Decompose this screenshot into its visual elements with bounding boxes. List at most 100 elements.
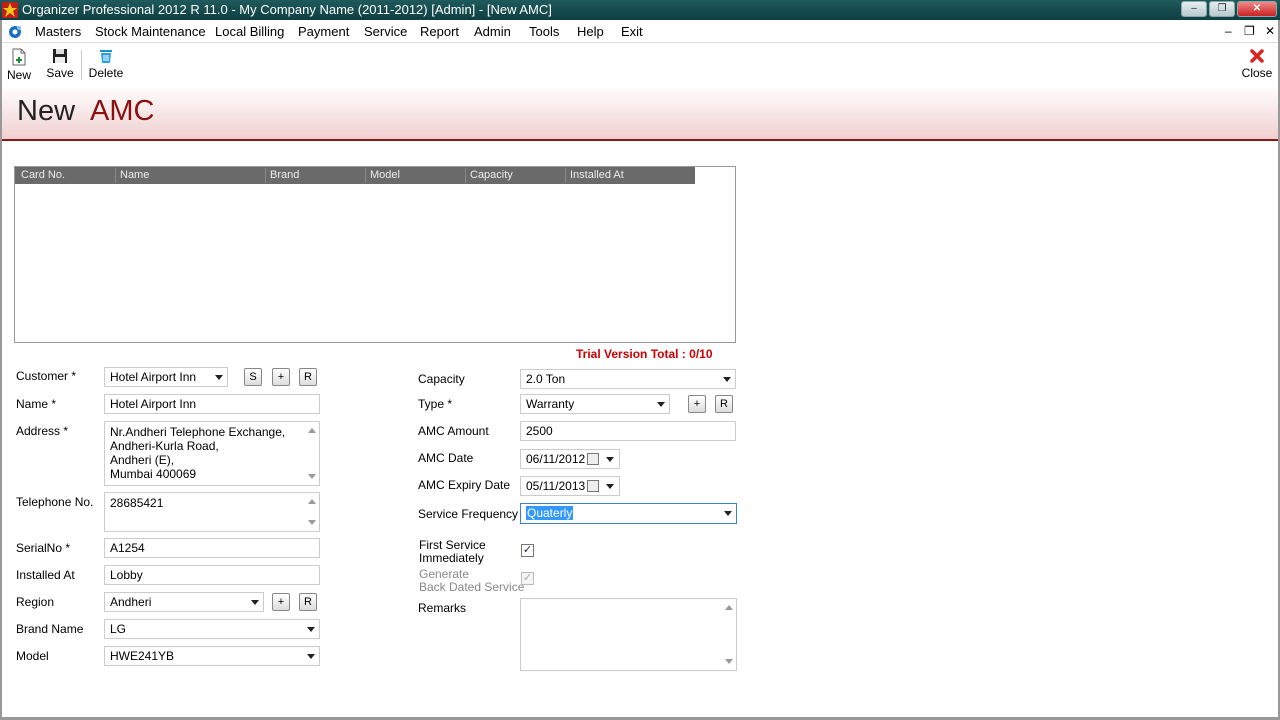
close-button[interactable]: Close — [1240, 48, 1274, 80]
menu-payment[interactable]: Payment — [298, 24, 349, 39]
save-button-label: Save — [46, 66, 74, 80]
mdi-minimize-button[interactable]: – — [1225, 24, 1232, 38]
first-service-label-line-1: First Service — [419, 538, 486, 552]
column-header-capacity[interactable]: Capacity — [470, 169, 513, 181]
address-scrollbar[interactable] — [304, 422, 319, 485]
menu-help[interactable]: Help — [577, 24, 604, 39]
menu-logo-icon — [9, 26, 21, 38]
scroll-down-icon — [308, 520, 316, 525]
installed-at-label: Installed At — [16, 568, 75, 582]
amc-date-label: AMC Date — [418, 451, 474, 465]
column-header-model[interactable]: Model — [370, 169, 400, 181]
serial-field[interactable]: A1254 — [104, 538, 320, 558]
toolbar-divider — [81, 50, 82, 80]
maximize-button[interactable]: ❐ — [1209, 1, 1235, 17]
menu-masters[interactable]: Masters — [35, 24, 81, 39]
type-label: Type * — [418, 397, 453, 411]
backdated-label-line-2: Back Dated Service — [419, 580, 525, 594]
page-title-word-1: New — [17, 95, 76, 127]
scroll-down-icon — [725, 659, 733, 664]
address-textarea[interactable]: Nr.Andheri Telephone Exchange, Andheri-K… — [104, 421, 320, 486]
type-select[interactable]: Warranty — [520, 394, 670, 414]
region-add-button[interactable]: + — [272, 593, 290, 611]
remarks-textarea[interactable] — [520, 598, 737, 671]
region-select[interactable]: Andheri — [104, 592, 264, 612]
region-refresh-button[interactable]: R — [299, 593, 317, 611]
delete-button-label: Delete — [88, 66, 124, 80]
type-refresh-button[interactable]: R — [715, 395, 733, 413]
menu-service[interactable]: Service — [364, 24, 407, 39]
mdi-close-button[interactable]: ✕ — [1265, 24, 1275, 38]
calendar-icon — [587, 480, 599, 492]
region-label: Region — [16, 595, 55, 609]
service-frequency-select[interactable]: Quaterly — [520, 503, 737, 524]
region-select-value: Andheri — [110, 595, 152, 609]
window-title: Organizer Professional 2012 R 11.0 - My … — [22, 2, 552, 17]
column-divider — [465, 168, 466, 183]
scroll-down-icon — [308, 474, 316, 479]
model-label: Model — [16, 649, 49, 663]
column-header-installed-at[interactable]: Installed At — [570, 169, 624, 181]
remarks-label: Remarks — [418, 601, 467, 615]
scroll-up-icon — [308, 499, 316, 504]
close-x-icon — [1250, 49, 1264, 63]
remarks-scrollbar[interactable] — [721, 599, 736, 670]
telephone-textarea[interactable]: 28685421 — [104, 492, 320, 532]
first-service-label-line-2: Immediately — [419, 551, 484, 565]
amc-cards-grid[interactable]: Card No. Name Brand Model Capacity Insta… — [14, 166, 736, 343]
column-header-card-no[interactable]: Card No. — [21, 169, 65, 181]
customer-refresh-button[interactable]: R — [299, 368, 317, 386]
menu-report[interactable]: Report — [420, 24, 459, 39]
trash-icon — [100, 50, 112, 63]
mdi-restore-button[interactable]: ❐ — [1244, 24, 1255, 38]
column-header-brand[interactable]: Brand — [270, 169, 299, 181]
minimize-button[interactable]: ‒ — [1181, 1, 1207, 17]
chevron-down-icon — [307, 627, 315, 632]
close-window-button[interactable]: ✕ — [1237, 1, 1277, 17]
customer-select[interactable]: Hotel Airport Inn — [104, 367, 228, 387]
app-logo-icon — [2, 2, 18, 18]
page-title-word-2: AMC — [90, 95, 155, 127]
menu-admin[interactable]: Admin — [474, 24, 511, 39]
menu-bar: Masters Stock Maintenance Local Billing … — [0, 20, 1280, 43]
scroll-up-icon — [725, 605, 733, 610]
new-button[interactable]: New — [6, 48, 32, 82]
serial-label: SerialNo * — [16, 541, 71, 555]
window-frame-left — [0, 20, 2, 720]
toolbar: New Save Delete Close — [0, 44, 1280, 84]
capacity-select[interactable]: 2.0 Ton — [520, 369, 736, 389]
model-select-value: HWE241YB — [110, 649, 175, 663]
column-divider — [565, 168, 566, 183]
first-service-checkbox[interactable]: ✓ — [521, 544, 534, 557]
delete-button[interactable]: Delete — [88, 48, 124, 80]
address-label: Address * — [16, 424, 69, 438]
chevron-down-icon — [215, 375, 223, 380]
customer-select-value: Hotel Airport Inn — [110, 370, 197, 384]
amc-date-picker[interactable]: 06/11/2012 — [520, 449, 620, 469]
column-header-name[interactable]: Name — [120, 169, 149, 181]
scroll-up-icon — [308, 428, 316, 433]
chevron-down-icon — [307, 654, 315, 659]
menu-tools[interactable]: Tools — [529, 24, 559, 39]
name-field[interactable]: Hotel Airport Inn — [104, 394, 320, 414]
menu-local-billing[interactable]: Local Billing — [215, 24, 284, 39]
backdated-service-checkbox: ✓ — [521, 572, 534, 585]
name-label: Name * — [16, 397, 57, 411]
customer-add-button[interactable]: + — [272, 368, 290, 386]
menu-exit[interactable]: Exit — [621, 24, 643, 39]
brand-name-select[interactable]: LG — [104, 619, 320, 639]
service-frequency-value: Quaterly — [526, 506, 574, 520]
amc-amount-field[interactable]: 2500 — [520, 421, 736, 441]
menu-stock-maintenance[interactable]: Stock Maintenance — [95, 24, 206, 39]
brand-name-select-value: LG — [110, 622, 127, 636]
chevron-down-icon — [606, 457, 614, 462]
customer-search-button[interactable]: S — [244, 368, 262, 386]
amc-amount-label: AMC Amount — [418, 424, 489, 438]
save-button[interactable]: Save — [46, 48, 74, 80]
amc-expiry-date-picker[interactable]: 05/11/2013 — [520, 476, 620, 496]
type-add-button[interactable]: + — [688, 395, 706, 413]
installed-at-field[interactable]: Lobby — [104, 565, 320, 585]
model-select[interactable]: HWE241YB — [104, 646, 320, 666]
chevron-down-icon — [606, 484, 614, 489]
telephone-scrollbar[interactable] — [304, 493, 319, 531]
